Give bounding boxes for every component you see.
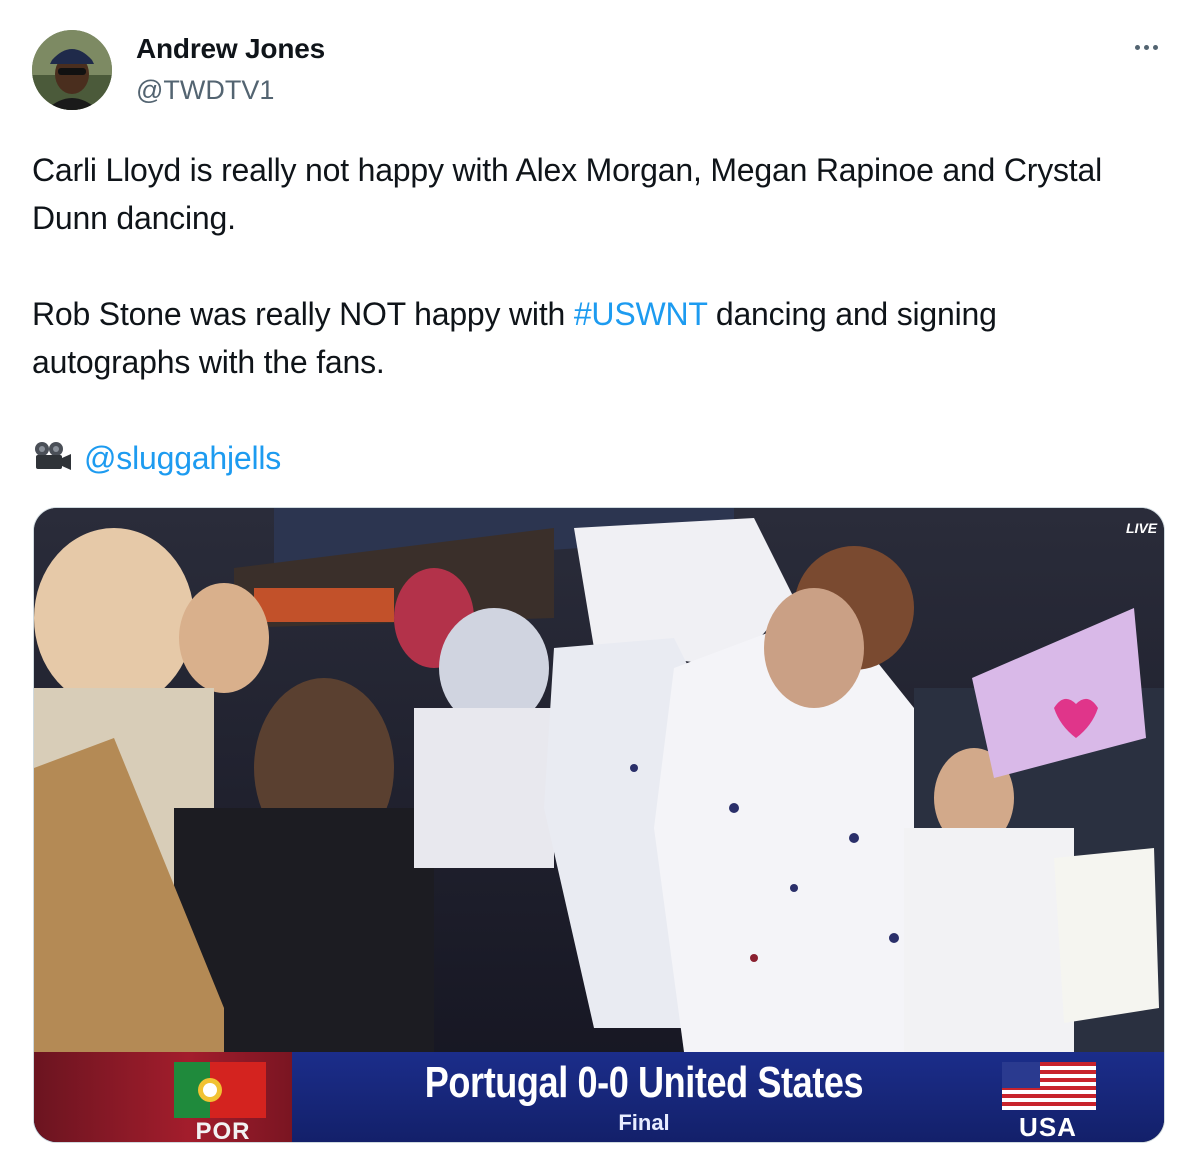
portugal-flag-icon <box>174 1062 266 1118</box>
author-name[interactable]: Andrew Jones <box>136 33 325 65</box>
avatar[interactable] <box>32 30 112 110</box>
portugal-panel: POR <box>34 1052 292 1142</box>
usa-code: USA <box>1019 1112 1077 1142</box>
tweet-credit-line: @sluggahjells <box>32 434 1142 485</box>
tweet-text: Carli Lloyd is really not happy with Ale… <box>32 146 1142 485</box>
tweet-paragraph-2: Rob Stone was really NOT happy with #USW… <box>32 290 1142 386</box>
usa-flag-icon <box>1002 1062 1096 1110</box>
tweet-paragraph-1: Carli Lloyd is really not happy with Ale… <box>32 152 1103 236</box>
movie-camera-icon <box>32 437 72 485</box>
banner-sign <box>254 588 394 622</box>
avatar-image <box>32 30 112 110</box>
match-status: Final <box>618 1110 670 1135</box>
mention-link[interactable]: @sluggahjells <box>84 440 281 476</box>
tweet-card: Andrew Jones @TWDTV1 Carli Lloyd is real… <box>0 0 1204 1170</box>
score-line: Portugal 0-0 United States <box>424 1058 864 1107</box>
author-handle[interactable]: @TWDTV1 <box>136 75 274 106</box>
video-frame <box>34 508 1164 1142</box>
scoreboard: POR Portugal 0-0 United States Final USA <box>34 1052 1164 1142</box>
more-options-icon[interactable] <box>1124 32 1168 62</box>
portugal-code: POR <box>195 1118 251 1143</box>
hashtag-link[interactable]: #USWNT <box>574 296 708 332</box>
white-sign <box>1054 848 1159 1023</box>
video-media[interactable]: LIVE POR Portugal 0-0 United States Fina… <box>33 507 1165 1143</box>
tweet-paragraph-2-start: Rob Stone was really NOT happy with <box>32 296 574 332</box>
live-label: LIVE <box>1126 520 1158 536</box>
